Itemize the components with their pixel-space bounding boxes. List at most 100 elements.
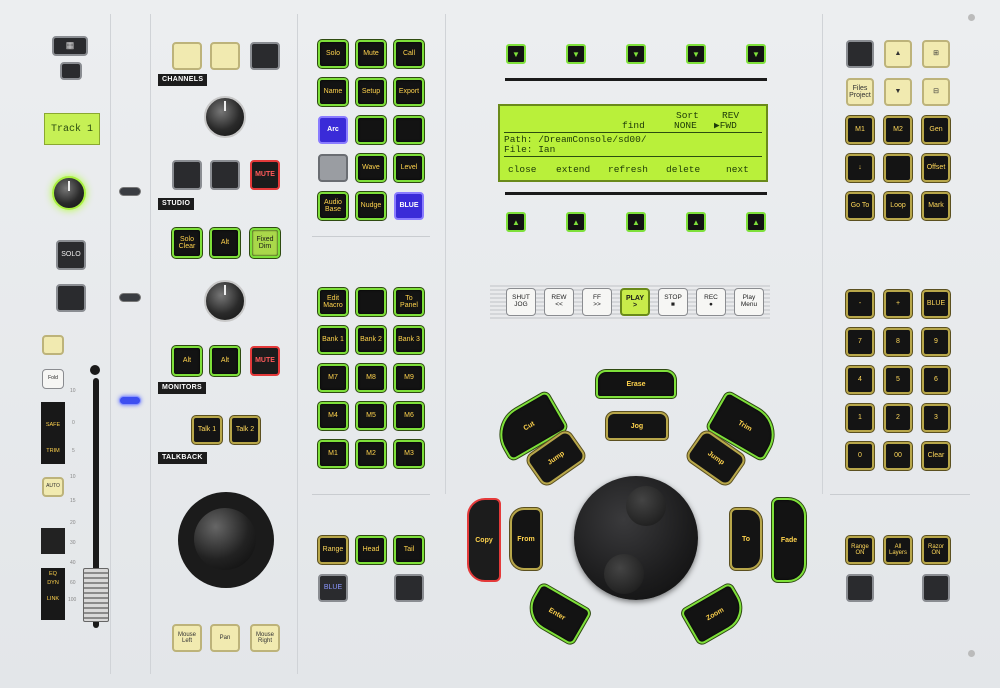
nav-key-15[interactable]: Mark [922, 192, 950, 220]
keypad-key-5[interactable]: 8 [884, 328, 912, 356]
all-layers-button[interactable]: All Layers [884, 536, 912, 564]
nav-key-12[interactable]: Offset [922, 154, 950, 182]
fold-button[interactable]: Fold [42, 369, 64, 389]
shuttle-jog-button[interactable]: SHUT JOG [506, 288, 536, 316]
nav-key-7[interactable]: M1 [846, 116, 874, 144]
jog-button[interactable]: Jog [606, 412, 668, 440]
fixed-dim-button[interactable]: Fixed Dim [250, 228, 280, 258]
zoom-button[interactable]: Zoom [679, 582, 751, 646]
soft-key-bottom-3[interactable]: ▲ [626, 212, 646, 232]
range-button[interactable]: Range [318, 536, 348, 564]
blue-shift-button[interactable]: BLUE [318, 574, 348, 602]
from-button[interactable]: From [510, 508, 542, 570]
keypad-key-13[interactable]: 0 [846, 442, 874, 470]
channel-button-3[interactable] [250, 42, 280, 70]
solo-clear-button[interactable]: Solo Clear [172, 228, 202, 258]
function-key-14[interactable]: Nudge [356, 192, 386, 220]
macro-key-14[interactable]: M2 [356, 440, 386, 468]
nav-key-5[interactable]: ▼ [884, 78, 912, 106]
nav-key-1[interactable] [846, 40, 874, 68]
function-key-11[interactable]: Wave [356, 154, 386, 182]
nav-key-13[interactable]: Go To [846, 192, 874, 220]
soft-key-top-3[interactable]: ▼ [626, 44, 646, 64]
rewind-button[interactable]: REW << [544, 288, 574, 316]
nav-key-2[interactable]: ▲ [884, 40, 912, 68]
function-key-10[interactable] [318, 154, 348, 182]
macro-key-6[interactable]: Bank 3 [394, 326, 424, 354]
pan-button[interactable]: Pan [210, 624, 240, 652]
strip-grid-button[interactable]: ▦ [52, 36, 88, 56]
right-aux-button-2[interactable] [922, 574, 950, 602]
keypad-key-12[interactable]: 3 [922, 404, 950, 432]
soft-key-bottom-5[interactable]: ▲ [746, 212, 766, 232]
monitor-level-knob[interactable] [204, 280, 246, 322]
trackball[interactable] [194, 508, 256, 570]
macro-key-3[interactable]: To Panel [394, 288, 424, 316]
solo-button[interactable]: SOLO [56, 240, 86, 270]
keypad-key-10[interactable]: 1 [846, 404, 874, 432]
play-menu-button[interactable]: Play Menu [734, 288, 764, 316]
range-on-button[interactable]: Range ON [846, 536, 874, 564]
function-key-8[interactable] [356, 116, 386, 144]
monitor-alt-button-1[interactable]: Alt [172, 346, 202, 376]
soft-key-bottom-1[interactable]: ▲ [506, 212, 526, 232]
erase-button[interactable]: Erase [596, 370, 676, 398]
macro-key-15[interactable]: M3 [394, 440, 424, 468]
nav-key-14[interactable]: Loop [884, 192, 912, 220]
macro-key-5[interactable]: Bank 2 [356, 326, 386, 354]
nav-key-3[interactable]: ⊞ [922, 40, 950, 68]
keypad-key-4[interactable]: 7 [846, 328, 874, 356]
nav-key-6[interactable]: ⊟ [922, 78, 950, 106]
jog-wheel[interactable] [574, 476, 698, 600]
function-key-4[interactable]: Name [318, 78, 348, 106]
soft-key-bottom-2[interactable]: ▲ [566, 212, 586, 232]
channel-fader[interactable] [83, 568, 109, 622]
function-key-2[interactable]: Mute [356, 40, 386, 68]
pan-knob[interactable] [52, 176, 86, 210]
function-key-13[interactable]: Audio Base [318, 192, 348, 220]
nav-key-9[interactable]: Gen [922, 116, 950, 144]
function-key-5[interactable]: Setup [356, 78, 386, 106]
enter-button[interactable]: Enter [521, 582, 593, 646]
channel-button-1[interactable] [172, 42, 202, 70]
monitor-alt-button-2[interactable]: Alt [210, 346, 240, 376]
strip-small-button[interactable] [42, 335, 64, 355]
channels-button-a[interactable] [172, 160, 202, 190]
macro-key-12[interactable]: M6 [394, 402, 424, 430]
function-key-6[interactable]: Export [394, 78, 424, 106]
copy-button[interactable]: Copy [467, 498, 501, 582]
function-key-7[interactable]: Arc [318, 116, 348, 144]
head-button[interactable]: Head [356, 536, 386, 564]
keypad-key-6[interactable]: 9 [922, 328, 950, 356]
nav-key-11[interactable] [884, 154, 912, 182]
fast-forward-button[interactable]: FF >> [582, 288, 612, 316]
play-button[interactable]: PLAY > [620, 288, 650, 316]
channels-button-b[interactable] [210, 160, 240, 190]
mouse-right-button[interactable]: Mouse Right [250, 624, 280, 652]
to-button[interactable]: To [730, 508, 762, 570]
studio-alt-button[interactable]: Alt [210, 228, 240, 258]
keypad-key-11[interactable]: 2 [884, 404, 912, 432]
strip-select-button[interactable] [60, 62, 82, 80]
soft-key-top-1[interactable]: ▼ [506, 44, 526, 64]
function-key-1[interactable]: Solo [318, 40, 348, 68]
channels-level-knob[interactable] [204, 96, 246, 138]
macro-key-4[interactable]: Bank 1 [318, 326, 348, 354]
fade-button[interactable]: Fade [772, 498, 806, 582]
macro-key-2[interactable] [356, 288, 386, 316]
soft-key-top-4[interactable]: ▼ [686, 44, 706, 64]
soft-key-top-2[interactable]: ▼ [566, 44, 586, 64]
macro-key-11[interactable]: M5 [356, 402, 386, 430]
monitor-mute-button[interactable]: MUTE [250, 346, 280, 376]
macro-key-8[interactable]: M8 [356, 364, 386, 392]
strip-mute-button[interactable] [56, 284, 86, 312]
keypad-key-15[interactable]: Clear [922, 442, 950, 470]
function-key-3[interactable]: Call [394, 40, 424, 68]
stop-button[interactable]: STOP ■ [658, 288, 688, 316]
razor-on-button[interactable]: Razor ON [922, 536, 950, 564]
record-button[interactable]: REC ● [696, 288, 726, 316]
soft-key-bottom-4[interactable]: ▲ [686, 212, 706, 232]
keypad-key-8[interactable]: 5 [884, 366, 912, 394]
nav-key-10[interactable]: ↓ [846, 154, 874, 182]
channel-button-2[interactable] [210, 42, 240, 70]
